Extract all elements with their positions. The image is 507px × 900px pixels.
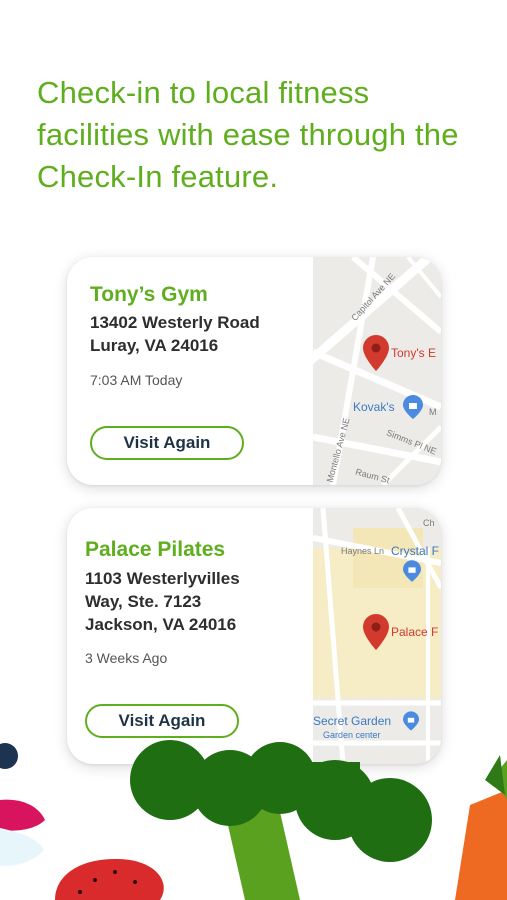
map-thumbnail[interactable]: Capitol Ave NE Montello Ave NE Simms Pl … [313,257,441,485]
checkin-time: 3 Weeks Ago [85,650,168,666]
facility-name: Palace Pilates [85,538,226,561]
street-label: Ch [423,518,435,528]
headline: Check-in to local fitness facilities wit… [37,72,497,198]
carrot-icon [455,755,507,900]
map-pin-icon [363,614,389,650]
poi-label-secondary: M [429,407,437,417]
shopping-bag-icon [403,395,423,419]
address-line-2: Luray, VA 24016 [90,336,219,355]
headline-line-2: facilities with ease through the [37,117,459,152]
map-pin-label: Tony's E [391,346,436,360]
headline-line-3: Check-In feature. [37,159,279,194]
checkin-card-tonys-gym[interactable]: Tony’s Gym 13402 Westerly Road Luray, VA… [67,257,441,485]
map-pin-icon [363,335,389,371]
shopping-bag-icon [403,560,421,582]
checkin-info: Tony’s Gym 13402 Westerly Road Luray, VA… [67,257,313,485]
headline-line-1: Check-in to local fitness [37,75,370,110]
blueberry-icon [0,743,18,769]
decorative-food-illustration [0,740,507,900]
fruit-slice-icon [0,799,45,866]
broccoli-icon [130,740,432,900]
poi-label: Kovak's [353,400,395,414]
facility-address: 1103 Westerlyvilles Way, Ste. 7123 Jacks… [85,567,240,636]
map-pin-label: Palace F [391,625,439,639]
street-label: Haynes Ln [341,546,385,556]
address-line-1: 13402 Westerly Road [90,313,260,332]
poi-label: Crystal F [391,544,439,558]
facility-name: Tony’s Gym [90,283,208,306]
strawberry-icon [55,859,164,900]
visit-again-button[interactable]: Visit Again [90,426,244,460]
address-line-2: Way, Ste. 7123 [85,592,202,611]
checkin-time: 7:03 AM Today [90,372,183,388]
address-line-3: Jackson, VA 24016 [85,615,237,634]
facility-address: 13402 Westerly Road Luray, VA 24016 [90,311,260,357]
address-line-1: 1103 Westerlyvilles [85,569,240,588]
